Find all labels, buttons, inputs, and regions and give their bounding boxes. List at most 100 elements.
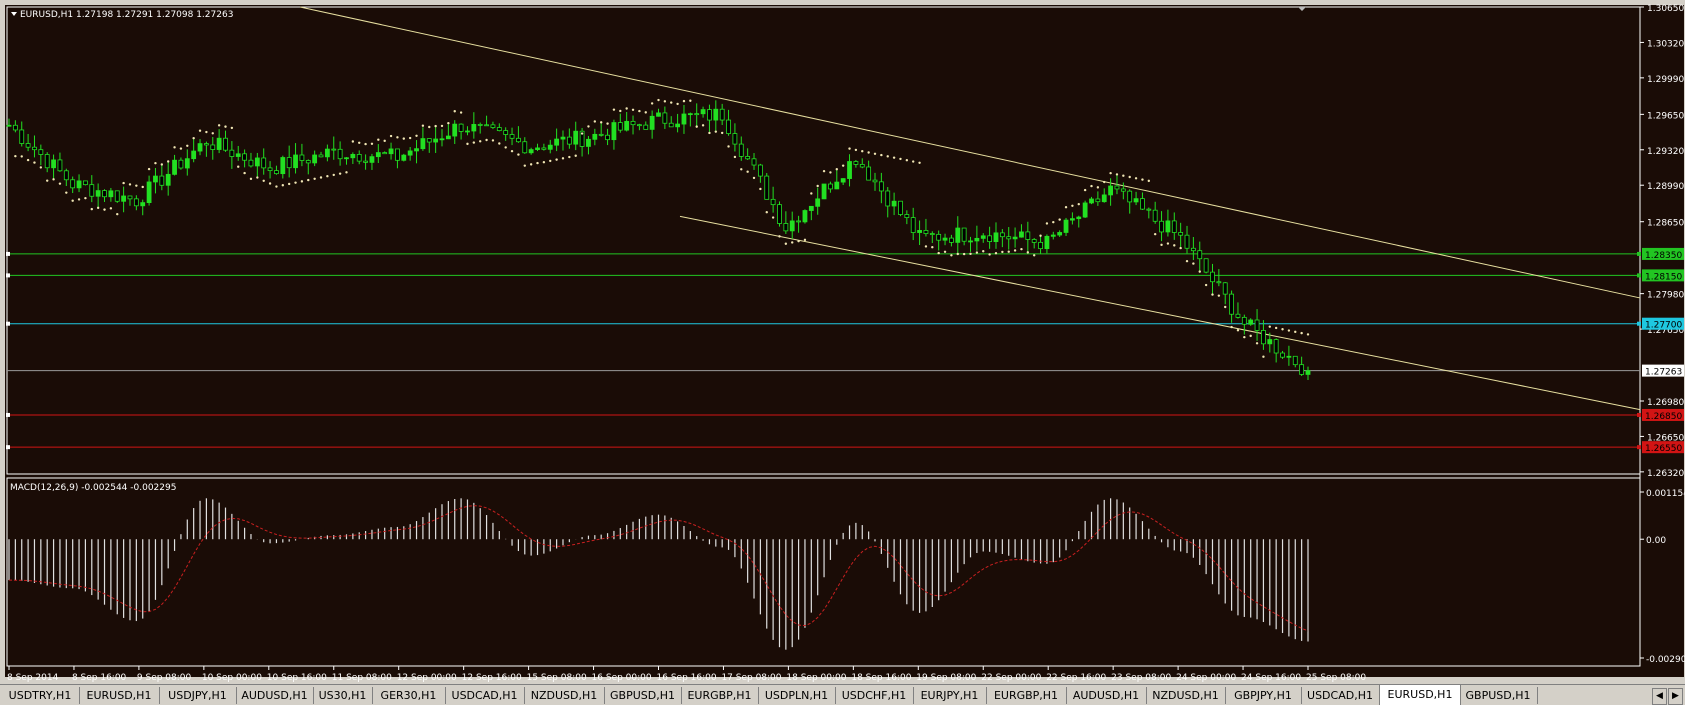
tab-usdcad-h1[interactable]: USDCAD,H1 xyxy=(1301,687,1380,704)
tab-eurusd-h1[interactable]: EURUSD,H1 xyxy=(1379,685,1461,705)
candle-body xyxy=(299,154,305,161)
candle-body xyxy=(1140,198,1145,210)
tab-nzdusd-h1[interactable]: NZDUSD,H1 xyxy=(1146,687,1226,704)
sar-dot xyxy=(886,155,889,158)
candle-body xyxy=(503,130,509,135)
candle-body xyxy=(89,184,95,197)
candle-body xyxy=(1012,236,1018,240)
sar-dot xyxy=(313,177,316,180)
tab-gbpusd-h1[interactable]: GBPUSD,H1 xyxy=(1459,687,1538,704)
y-tick-label: 1.30650 xyxy=(1647,4,1684,14)
candle-body xyxy=(624,120,630,131)
candle-body xyxy=(1089,198,1094,204)
sar-dot xyxy=(822,169,826,173)
tab-scroll-left-button[interactable]: ◀ xyxy=(1652,688,1667,705)
candle-body xyxy=(961,227,967,242)
candle-body xyxy=(1229,293,1234,315)
sar-dot xyxy=(440,124,444,128)
candle-body xyxy=(324,148,330,158)
sar-dot xyxy=(752,176,756,180)
sar-dot xyxy=(1052,220,1055,224)
tab-us30-h1[interactable]: US30,H1 xyxy=(313,687,373,704)
candle-body xyxy=(203,143,209,146)
tab-eurgbp-h1[interactable]: EURGBP,H1 xyxy=(681,687,759,704)
sar-dot xyxy=(1166,242,1170,245)
candle-body xyxy=(1190,247,1196,252)
candle-body xyxy=(375,152,381,158)
sar-dot xyxy=(848,147,851,150)
candle-body xyxy=(840,178,846,183)
sar-dot xyxy=(166,160,170,163)
sar-dot xyxy=(599,121,603,124)
sar-dot xyxy=(122,181,125,185)
sar-dot xyxy=(370,142,374,145)
tab-ger30-h1[interactable]: GER30,H1 xyxy=(372,687,446,704)
tab-usdchf-h1[interactable]: USDCHF,H1 xyxy=(835,687,914,704)
tab-eurjpy-h1[interactable]: EURJPY,H1 xyxy=(913,687,987,704)
tab-scroll-right-button[interactable]: ▶ xyxy=(1668,688,1683,705)
candle-body xyxy=(458,123,464,132)
sar-dot xyxy=(77,198,81,201)
tab-usdpln-h1[interactable]: USDPLN,H1 xyxy=(758,687,836,704)
sar-dot xyxy=(459,111,463,114)
sar-dot xyxy=(160,163,164,166)
sar-dot xyxy=(39,166,43,169)
chart-area[interactable]: 1.30650 1.30320 1.29990 1.29650 1.29320 1.289… xyxy=(0,0,1685,684)
candle-body xyxy=(407,150,413,156)
sar-dot xyxy=(351,140,355,143)
candle-body xyxy=(783,223,789,232)
sar-dot xyxy=(631,108,635,111)
tab-audusd-h1[interactable]: AUDUSD,H1 xyxy=(1066,687,1147,704)
sar-dot xyxy=(517,153,520,156)
candle-body xyxy=(955,227,961,243)
hline-price-label: 1.28350 xyxy=(1645,251,1682,261)
y-tick-label: 1.27980 xyxy=(1647,291,1684,301)
candle-body xyxy=(401,154,407,161)
candle-body xyxy=(1165,220,1171,233)
candle-body xyxy=(318,154,324,158)
sar-dot xyxy=(670,101,673,104)
sar-dot xyxy=(682,99,686,103)
sar-dot xyxy=(1109,171,1112,175)
sar-dot xyxy=(1071,204,1074,207)
candle-body xyxy=(1305,370,1311,375)
candle-body xyxy=(999,232,1005,238)
candle-body xyxy=(159,175,165,186)
tab-eurusd-h1[interactable]: EURUSD,H1 xyxy=(79,687,160,704)
tab-gbpusd-h1[interactable]: GBPUSD,H1 xyxy=(604,687,682,704)
sar-dot xyxy=(899,157,902,161)
tab-eurgbp-h1[interactable]: EURGBP,H1 xyxy=(986,687,1067,704)
sar-dot xyxy=(1007,250,1010,253)
sar-dot xyxy=(708,131,711,135)
tab-usdcad-h1[interactable]: USDCAD,H1 xyxy=(445,687,525,704)
sar-dot xyxy=(1147,179,1151,183)
sar-dot xyxy=(287,182,291,186)
sar-dot xyxy=(377,138,380,141)
candle-body xyxy=(280,157,286,175)
tab-usdtry-h1[interactable]: USDTRY,H1 xyxy=(1,687,80,704)
sar-dot xyxy=(892,156,896,159)
candle-body xyxy=(51,159,56,169)
sar-dot xyxy=(154,161,157,165)
sar-dot xyxy=(198,129,202,132)
tab-gbpjpy-h1[interactable]: GBPJPY,H1 xyxy=(1225,687,1302,704)
candle-body xyxy=(923,230,929,234)
candle-body xyxy=(789,220,795,232)
tab-audusd-h1[interactable]: AUDUSD,H1 xyxy=(236,687,314,704)
sar-dot xyxy=(924,245,928,248)
sar-dot xyxy=(243,171,246,175)
candle-body xyxy=(369,156,375,163)
candle-body xyxy=(1178,232,1184,236)
tab-usdjpy-h1[interactable]: USDJPY,H1 xyxy=(159,687,237,704)
candle-body xyxy=(248,159,254,167)
tab-nzdusd-h1[interactable]: NZDUSD,H1 xyxy=(524,687,605,704)
sar-dot xyxy=(714,130,718,133)
candle-body xyxy=(363,160,368,163)
sar-dot xyxy=(1026,251,1030,254)
candle-body xyxy=(1261,330,1266,345)
macd-y-tick-label: -0.002903 xyxy=(1646,655,1685,665)
candle-body xyxy=(471,124,477,132)
sar-dot xyxy=(727,145,730,148)
candle-body xyxy=(910,217,916,233)
x-tick-label: 18 Sep 16:00 xyxy=(851,673,911,683)
